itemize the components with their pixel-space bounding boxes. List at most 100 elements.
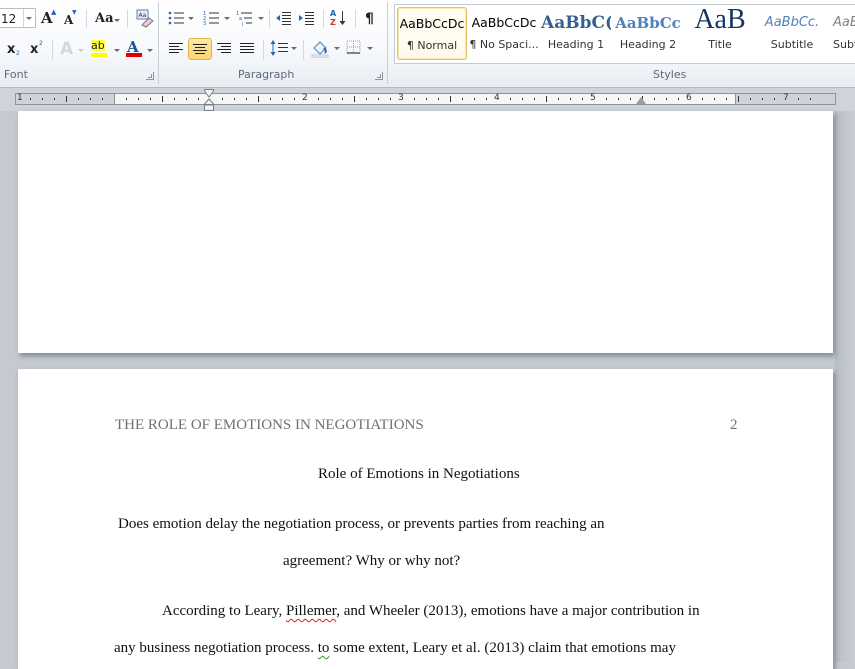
- ruler-tick: [198, 98, 199, 100]
- decrease-indent-button[interactable]: [275, 10, 295, 32]
- style-heading-2[interactable]: AaBbCc Heading 2: [613, 7, 683, 60]
- justify-button[interactable]: [236, 38, 258, 60]
- style-normal[interactable]: AaBbCcDc ¶ Normal: [397, 7, 467, 60]
- ruler-tick: [450, 96, 451, 102]
- decrease-indent-icon: [276, 12, 291, 25]
- shading-button[interactable]: [310, 38, 340, 60]
- style-subtitle[interactable]: AaBbCc. Subtitle: [757, 7, 827, 60]
- paragraph-dialog-launcher[interactable]: [375, 72, 383, 80]
- grammar-error[interactable]: to: [318, 640, 330, 656]
- ruler-tick: [378, 98, 379, 100]
- text-run: , and Wheeler (2013), emotions have a ma…: [336, 603, 700, 619]
- horizontal-ruler[interactable]: 1 2 3 4 5 6 7: [15, 93, 836, 105]
- text-run: According to Leary,: [162, 603, 286, 619]
- indent-markers[interactable]: [204, 89, 214, 111]
- style-name: Heading 1: [547, 38, 605, 51]
- ruler-number: 7: [783, 93, 789, 103]
- ruler-tick: [246, 98, 247, 100]
- chevron-down-icon: [114, 49, 120, 52]
- ruler-tick: [750, 98, 751, 100]
- ruler-tick: [630, 98, 631, 100]
- font-size-combobox[interactable]: 12: [0, 8, 36, 28]
- ruler-number: 1: [17, 93, 23, 103]
- font-color-button[interactable]: A: [126, 39, 154, 61]
- style-heading-1[interactable]: AaBbC( Heading 1: [541, 7, 611, 60]
- style-preview: AaBbCc.: [764, 15, 820, 30]
- text-effects-button[interactable]: A: [58, 39, 84, 61]
- line-spacing-icon: [270, 40, 288, 56]
- align-right-button[interactable]: [213, 38, 235, 60]
- superscript-button[interactable]: x 2: [29, 40, 45, 62]
- subscript-mark: 2: [16, 50, 20, 57]
- highlight-color-swatch: [91, 53, 107, 57]
- increase-indent-button[interactable]: [298, 10, 318, 32]
- spelling-error[interactable]: Pillemer: [286, 603, 336, 619]
- font-size-value: 12: [1, 12, 17, 26]
- font-size-dropdown[interactable]: [23, 9, 35, 27]
- ruler-tick: [558, 98, 559, 100]
- change-case-icon: Aa: [95, 11, 114, 26]
- ribbon: 12 A ▲ A ▼ Aa Aa x 2 x 2 A ab A Font 1 2…: [0, 0, 855, 88]
- borders-button[interactable]: [345, 38, 375, 60]
- bullets-button[interactable]: [168, 10, 194, 32]
- paragraph-group-label: Paragraph: [238, 68, 295, 81]
- body-line-1: According to Leary, Pillemer, and Wheele…: [162, 603, 700, 620]
- ruler-tick: [534, 98, 535, 100]
- multilevel-list-button[interactable]: 1 a i: [236, 10, 264, 32]
- ruler-tick: [162, 96, 163, 102]
- style-preview: AaBbCcDc: [399, 16, 465, 31]
- ruler-tick: [486, 98, 487, 100]
- ruler-tick: [54, 98, 55, 100]
- ruler-tick: [66, 96, 67, 102]
- ruler-tick: [714, 98, 715, 100]
- style-name: Heading 2: [619, 38, 677, 51]
- document-title: Role of Emotions in Negotiations: [318, 466, 520, 482]
- ruler-tick: [258, 96, 259, 102]
- separator: [263, 40, 264, 60]
- ruler-tick: [270, 98, 271, 100]
- separator: [269, 10, 270, 28]
- page-1[interactable]: [18, 111, 833, 353]
- style-no-spacing[interactable]: AaBbCcDc ¶ No Spaci...: [469, 7, 539, 60]
- align-left-button[interactable]: [166, 38, 188, 60]
- style-subtle-emphasis[interactable]: AaB Subt: [829, 7, 855, 60]
- ruler-tick: [318, 98, 319, 100]
- style-name: ¶ No Spaci...: [469, 38, 539, 51]
- align-center-button[interactable]: [188, 38, 212, 60]
- style-title[interactable]: AaB Title: [685, 7, 755, 60]
- ruler-tick: [798, 98, 799, 100]
- subscript-button[interactable]: x 2: [6, 40, 22, 62]
- clear-formatting-button[interactable]: Aa: [134, 8, 154, 30]
- document-background-edge: [835, 111, 855, 662]
- sort-button[interactable]: A Z: [329, 8, 349, 30]
- show-formatting-marks-button[interactable]: ¶: [362, 9, 380, 31]
- style-preview: AaBbCcDc: [471, 15, 537, 30]
- ruler-tick: [522, 98, 523, 100]
- right-indent-marker[interactable]: [636, 97, 646, 104]
- svg-text:i: i: [242, 22, 243, 28]
- bullet-list-icon: [168, 11, 184, 25]
- sort-icon: A Z: [330, 9, 346, 27]
- page-2[interactable]: THE ROLE OF EMOTIONS IN NEGOTIATIONS 2 R…: [18, 369, 833, 669]
- grow-font-button[interactable]: A ▲: [40, 8, 58, 30]
- chevron-down-icon: [367, 47, 373, 50]
- text-run: any business negotiation process.: [114, 640, 318, 656]
- separator: [127, 10, 128, 28]
- style-preview: AaBbC(: [541, 13, 611, 33]
- down-caret-icon: ▼: [72, 9, 77, 16]
- ruler-tick: [150, 98, 151, 100]
- ruler-tick: [366, 98, 367, 100]
- highlight-button[interactable]: ab: [90, 39, 122, 61]
- shrink-font-button[interactable]: A ▼: [62, 8, 78, 30]
- chevron-down-icon: [224, 17, 230, 20]
- font-dialog-launcher[interactable]: [146, 72, 154, 80]
- group-separator: [387, 2, 388, 84]
- numbering-button[interactable]: 1 2 3: [203, 10, 230, 32]
- line-spacing-button[interactable]: [270, 38, 298, 60]
- change-case-button[interactable]: Aa: [93, 8, 121, 30]
- chevron-down-icon: [188, 17, 194, 20]
- running-head: THE ROLE OF EMOTIONS IN NEGOTIATIONS: [115, 417, 424, 433]
- ruler-tick: [546, 96, 547, 102]
- superscript-icon: x: [30, 42, 39, 57]
- font-group-label: Font: [4, 68, 28, 81]
